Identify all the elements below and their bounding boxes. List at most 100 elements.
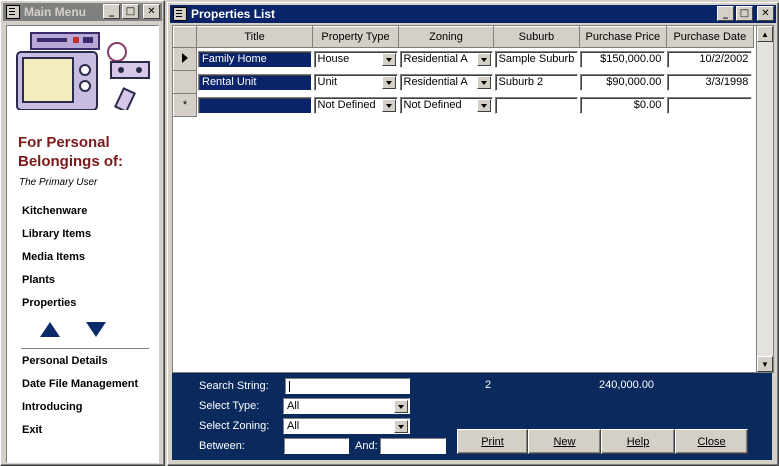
maximize-button[interactable]: □ bbox=[122, 4, 139, 19]
table-row[interactable]: Family Home House Residential A Sample S… bbox=[173, 47, 754, 71]
vertical-scrollbar[interactable]: ▲ ▼ bbox=[756, 25, 774, 373]
properties-titlebar[interactable]: Properties List _ □ ✕ bbox=[170, 5, 776, 23]
property-type-value: Not Defined bbox=[317, 99, 376, 111]
property-type-combo[interactable]: Not Defined bbox=[313, 96, 398, 114]
selector-header bbox=[173, 26, 197, 48]
and-label: And: bbox=[355, 440, 378, 452]
scroll-up-button[interactable]: ▲ bbox=[757, 26, 773, 42]
main-menu-titlebar[interactable]: Main Menu _ □ ✕ bbox=[3, 3, 162, 21]
record-selector[interactable] bbox=[173, 70, 197, 94]
chevron-down-icon[interactable] bbox=[381, 75, 396, 89]
select-type-combo[interactable]: All bbox=[283, 398, 410, 414]
table-header-row: Title Property Type Zoning Suburb Purcha… bbox=[173, 26, 754, 48]
print-button[interactable]: Print bbox=[457, 429, 528, 454]
select-type-label: Select Type: bbox=[199, 400, 260, 412]
minimize-icon: _ bbox=[109, 5, 114, 17]
menu-item-properties[interactable]: Properties bbox=[22, 296, 91, 319]
scroll-up-icon: ▲ bbox=[761, 29, 769, 39]
chevron-down-icon[interactable] bbox=[394, 400, 408, 413]
close-button[interactable]: ✕ bbox=[143, 4, 160, 19]
properties-table: Title Property Type Zoning Suburb Purcha… bbox=[173, 26, 754, 117]
chevron-down-icon[interactable] bbox=[381, 52, 396, 66]
main-menu-title: Main Menu bbox=[24, 5, 86, 19]
category-list: Kitchenware Library Items Media Items Pl… bbox=[22, 204, 91, 319]
action-list: Personal Details Date File Management In… bbox=[22, 354, 138, 446]
properties-title: Properties List bbox=[191, 7, 276, 21]
tagline: For Personal Belongings of: bbox=[18, 133, 123, 171]
purchase-date-field[interactable]: 3/3/1998 bbox=[667, 73, 753, 91]
minimize-button[interactable]: _ bbox=[103, 4, 120, 19]
chevron-down-icon[interactable] bbox=[476, 98, 491, 112]
main-menu-panel: For Personal Belongings of: The Primary … bbox=[6, 25, 159, 463]
column-header-purchase-price[interactable]: Purchase Price bbox=[578, 26, 667, 48]
menu-item-library-items[interactable]: Library Items bbox=[22, 227, 91, 250]
select-zoning-label: Select Zoning: bbox=[199, 420, 270, 432]
menu-item-date-file-management[interactable]: Date File Management bbox=[22, 377, 138, 400]
properties-grid-area: Title Property Type Zoning Suburb Purcha… bbox=[172, 25, 758, 373]
purchase-date-field[interactable] bbox=[667, 96, 753, 114]
scroll-up-icon[interactable] bbox=[40, 322, 60, 337]
minimize-button[interactable]: _ bbox=[717, 6, 734, 21]
chevron-down-icon[interactable] bbox=[476, 52, 491, 66]
maximize-icon: □ bbox=[125, 5, 136, 17]
property-type-combo[interactable]: Unit bbox=[313, 73, 398, 91]
help-button-label: Help bbox=[626, 435, 650, 448]
price-from-input[interactable] bbox=[284, 438, 349, 454]
column-header-suburb[interactable]: Suburb bbox=[493, 26, 580, 48]
suburb-field[interactable] bbox=[494, 96, 579, 114]
table-row-new[interactable]: * Not Defined Not Defined $0.00 bbox=[173, 93, 754, 117]
new-button[interactable]: New bbox=[528, 429, 601, 454]
zoning-value: Residential A bbox=[403, 76, 468, 88]
zoning-value: Not Defined bbox=[403, 99, 462, 111]
new-record-selector[interactable]: * bbox=[173, 93, 197, 117]
search-string-label: Search String: bbox=[199, 380, 269, 392]
column-header-purchase-date[interactable]: Purchase Date bbox=[665, 26, 754, 48]
title-field[interactable]: Family Home bbox=[198, 50, 312, 68]
close-form-button[interactable]: Close bbox=[675, 429, 748, 454]
menu-item-media-items[interactable]: Media Items bbox=[22, 250, 91, 273]
title-field[interactable] bbox=[198, 96, 312, 114]
menu-item-kitchenware[interactable]: Kitchenware bbox=[22, 204, 91, 227]
select-type-value: All bbox=[287, 400, 300, 412]
current-record-icon bbox=[182, 52, 188, 63]
properties-list-window: Properties List _ □ ✕ Title Property Typ… bbox=[167, 2, 779, 466]
purchase-price-field[interactable]: $90,000.00 bbox=[580, 73, 666, 91]
chevron-down-icon[interactable] bbox=[381, 98, 396, 112]
column-header-property-type[interactable]: Property Type bbox=[312, 26, 399, 48]
chevron-down-icon[interactable] bbox=[394, 420, 408, 433]
scroll-down-icon[interactable] bbox=[86, 322, 106, 337]
purchase-date-field[interactable]: 10/2/2002 bbox=[667, 50, 753, 68]
menu-item-exit[interactable]: Exit bbox=[22, 423, 138, 446]
menu-item-plants[interactable]: Plants bbox=[22, 273, 91, 296]
table-row[interactable]: Rental Unit Unit Residential A Suburb 2 … bbox=[173, 70, 754, 94]
scroll-down-button[interactable]: ▼ bbox=[757, 356, 773, 372]
select-zoning-combo[interactable]: All bbox=[283, 418, 410, 434]
column-header-zoning[interactable]: Zoning bbox=[398, 26, 494, 48]
column-header-title[interactable]: Title bbox=[196, 26, 313, 48]
zoning-combo[interactable]: Not Defined bbox=[399, 96, 493, 114]
zoning-combo[interactable]: Residential A bbox=[399, 73, 493, 91]
help-button[interactable]: Help bbox=[601, 429, 675, 454]
price-to-input[interactable] bbox=[380, 438, 446, 454]
zoning-combo[interactable]: Residential A bbox=[399, 50, 493, 68]
close-button[interactable]: ✕ bbox=[757, 6, 774, 21]
purchase-price-field[interactable]: $150,000.00 bbox=[580, 50, 666, 68]
record-selector-current[interactable] bbox=[173, 47, 197, 71]
property-type-combo[interactable]: House bbox=[313, 50, 398, 68]
between-label: Between: bbox=[199, 440, 245, 452]
menu-item-personal-details[interactable]: Personal Details bbox=[22, 354, 138, 377]
chevron-down-icon[interactable] bbox=[476, 75, 491, 89]
suburb-field[interactable]: Suburb 2 bbox=[494, 73, 579, 91]
title-field[interactable]: Rental Unit bbox=[198, 73, 312, 91]
suburb-field[interactable]: Sample Suburb bbox=[494, 50, 579, 68]
total-price: 240,000.00 bbox=[599, 379, 655, 391]
menu-item-introducing[interactable]: Introducing bbox=[22, 400, 138, 423]
search-input[interactable] bbox=[285, 378, 410, 394]
property-type-value: House bbox=[317, 53, 350, 65]
purchase-price-field[interactable]: $0.00 bbox=[580, 96, 666, 114]
menu-scroll-arrows bbox=[40, 322, 106, 337]
record-count: 2 bbox=[485, 379, 492, 391]
menu-divider bbox=[21, 348, 149, 349]
maximize-button[interactable]: □ bbox=[736, 6, 753, 21]
window-icon bbox=[6, 5, 20, 19]
